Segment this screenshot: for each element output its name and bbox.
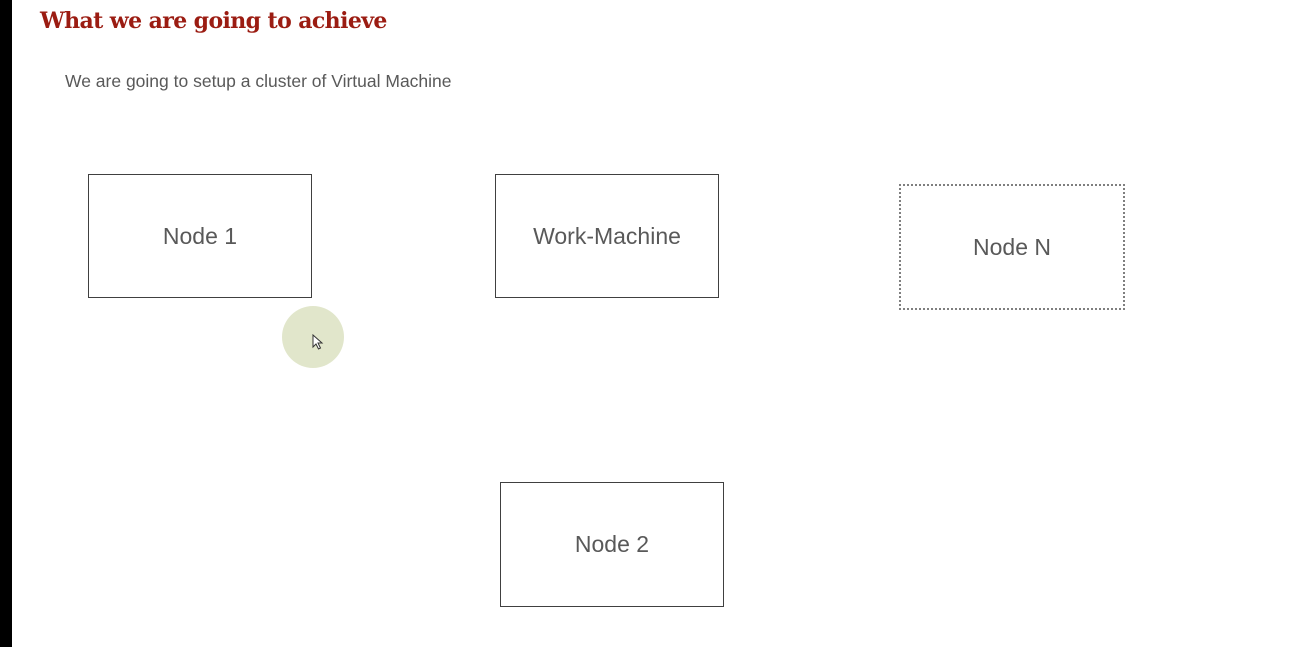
work-machine-box: Work-Machine	[495, 174, 719, 298]
slide-title: What we are going to achieve	[40, 8, 387, 34]
node-1-label: Node 1	[162, 222, 238, 249]
mouse-pointer-icon	[312, 334, 324, 350]
node-1-box: Node 1	[88, 174, 312, 298]
slide-subtitle: We are going to setup a cluster of Virtu…	[65, 71, 452, 91]
node-n-label: Node N	[973, 233, 1051, 260]
node-2-box: Node 2	[500, 482, 724, 607]
left-edge-bar	[0, 0, 12, 647]
work-machine-label: Work-Machine	[533, 222, 681, 249]
node-2-label: Node 2	[574, 531, 650, 557]
slide-canvas: What we are going to achieve We are goin…	[0, 0, 1289, 647]
node-n-box: Node N	[899, 184, 1125, 310]
